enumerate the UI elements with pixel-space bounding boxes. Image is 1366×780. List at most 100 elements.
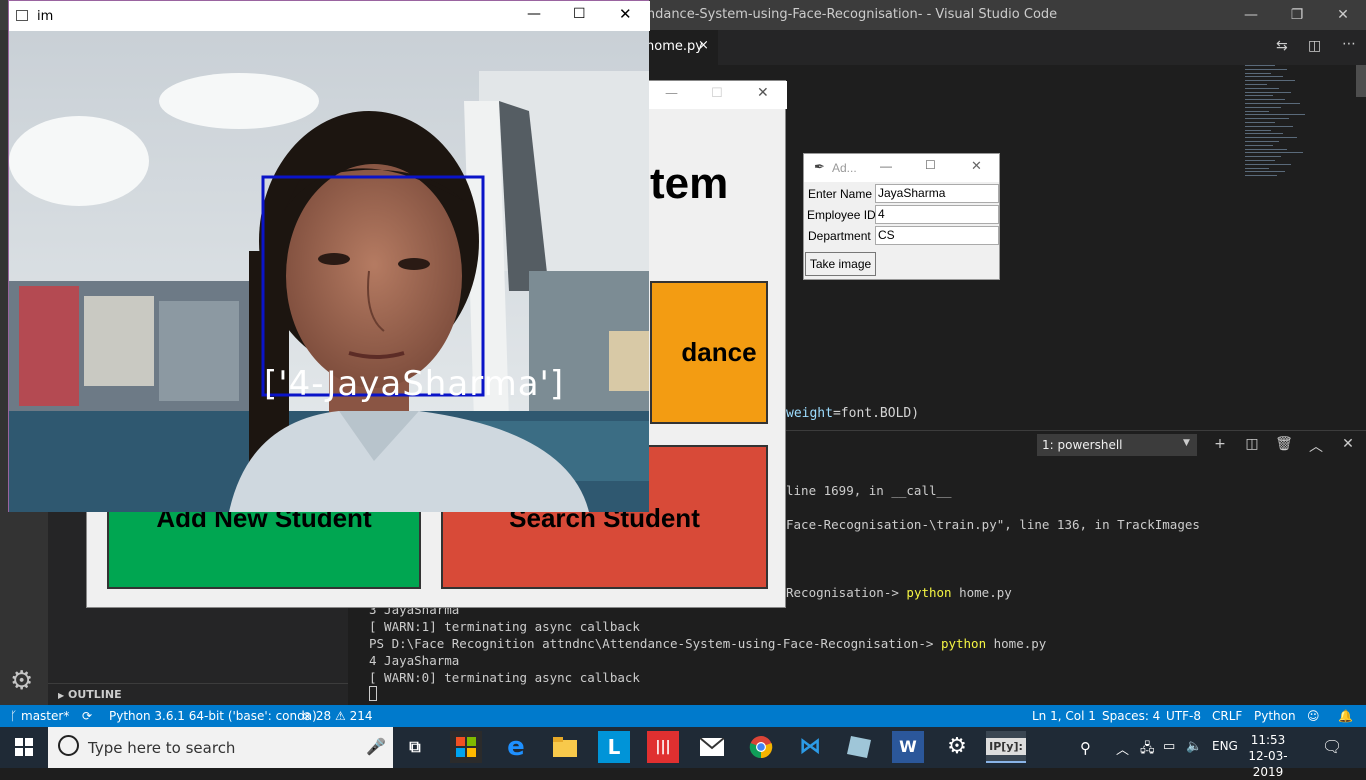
taskbar: Type here to search 🎤 ⧉ e L ||| ⋈ W ⚙ IP…: [0, 727, 1366, 779]
take-image-button[interactable]: Take image: [805, 252, 876, 276]
sync-icon[interactable]: ⟳: [82, 709, 92, 723]
chevron-right-icon: ▶: [58, 691, 65, 700]
notes-icon[interactable]: [843, 731, 875, 763]
task-view-icon[interactable]: ⧉: [399, 731, 431, 763]
edge-icon[interactable]: e: [500, 731, 532, 763]
windows-start-icon[interactable]: [0, 727, 48, 768]
branch-status[interactable]: ᚴ master*: [10, 709, 69, 723]
camera-minimize-icon[interactable]: —: [527, 6, 541, 22]
app-close-icon[interactable]: ✕: [757, 85, 769, 101]
minimap-line: [1245, 175, 1277, 177]
minimap-line: [1245, 156, 1281, 158]
split-terminal-icon[interactable]: ◫: [1242, 436, 1262, 452]
eol[interactable]: CRLF: [1212, 709, 1242, 723]
language-indicator[interactable]: ENG: [1212, 739, 1238, 753]
camera-close-icon[interactable]: ✕: [619, 5, 632, 23]
terminal-line: 4 JayaSharma: [369, 653, 460, 668]
employee-id-field[interactable]: 4: [875, 205, 999, 224]
terminal-line: PS D:\Face Recognition attndnc\Attendanc…: [369, 636, 1047, 651]
app-maximize-icon[interactable]: ☐: [711, 86, 723, 101]
feedback-icon[interactable]: ☺: [1307, 709, 1320, 723]
split-editor-icon[interactable]: ◫: [1308, 38, 1321, 54]
minimap-line: [1245, 68, 1287, 70]
mic-icon[interactable]: 🎤: [366, 737, 386, 756]
minimap-line: [1245, 106, 1281, 108]
date: 12-03-2019: [1248, 749, 1288, 779]
outline-header[interactable]: ▶ OUTLINE: [48, 683, 348, 705]
settings-icon[interactable]: ⚙: [941, 731, 973, 763]
close-icon[interactable]: ✕: [1320, 0, 1366, 30]
minimap-line: [1245, 129, 1271, 131]
tab-close-icon[interactable]: ×: [698, 38, 709, 53]
ipython-icon[interactable]: IP[y]:: [986, 731, 1026, 763]
vscode-icon[interactable]: ⋈: [794, 731, 826, 763]
volume-icon[interactable]: 🔈: [1186, 739, 1202, 754]
stacks-app-icon[interactable]: |||: [647, 731, 679, 763]
department-field[interactable]: CS: [875, 226, 999, 245]
cursor-position[interactable]: Ln 1, Col 1: [1032, 709, 1096, 723]
people-icon[interactable]: ⚲: [1080, 739, 1091, 757]
name-label: Enter Name: [808, 187, 873, 201]
word-icon[interactable]: W: [892, 731, 924, 763]
network-icon[interactable]: 🖧: [1140, 739, 1155, 761]
minimap[interactable]: [1245, 65, 1355, 185]
minimap-line: [1245, 76, 1283, 78]
dialog-close-icon[interactable]: ✕: [971, 158, 982, 174]
search-placeholder: Type here to search: [88, 739, 236, 757]
trash-icon[interactable]: 🗑: [1274, 436, 1294, 452]
dialog-maximize-icon[interactable]: ☐: [925, 158, 936, 172]
problems-status[interactable]: ⊗ 28 ⚠ 214: [302, 709, 372, 723]
error-icon: ⊗: [302, 709, 316, 723]
language-mode[interactable]: Python: [1254, 709, 1296, 723]
terminal-cursor: [369, 686, 377, 701]
minimap-line: [1245, 122, 1275, 123]
mail-icon[interactable]: [696, 731, 728, 763]
new-terminal-icon[interactable]: +: [1210, 436, 1230, 452]
notification-icon[interactable]: 🗨: [1322, 737, 1342, 756]
more-actions-icon[interactable]: ⋯: [1342, 36, 1356, 52]
open-changes-icon[interactable]: ⇆: [1276, 38, 1288, 54]
minimize-icon[interactable]: —: [1228, 0, 1274, 30]
python-interpreter[interactable]: Python 3.6.1 64-bit ('base': conda): [109, 709, 317, 723]
store-icon[interactable]: [450, 731, 482, 763]
time: 11:53: [1250, 733, 1286, 747]
tab-label: home.py: [646, 39, 703, 54]
editor-scrollbar[interactable]: [1356, 65, 1366, 97]
camera-maximize-icon[interactable]: ☐: [573, 6, 586, 22]
outline-label: OUTLINE: [68, 688, 122, 701]
maximize-panel-icon[interactable]: ︿: [1306, 436, 1326, 456]
warning-icon: ⚠: [334, 709, 350, 723]
feather-icon: ✒: [814, 159, 825, 174]
dialog-titlebar: ✒ Ad... — ☐ ✕: [804, 154, 999, 182]
terminal-line: Face-Recognisation-\train.py", line 136,…: [786, 517, 1200, 532]
encoding[interactable]: UTF-8: [1166, 709, 1201, 723]
restore-icon[interactable]: ❐: [1274, 0, 1320, 30]
l-app-icon[interactable]: L: [598, 731, 630, 763]
taskbar-search[interactable]: Type here to search 🎤: [48, 727, 393, 768]
clock[interactable]: 11:53 12-03-2019: [1240, 732, 1296, 780]
battery-icon[interactable]: ▭: [1163, 739, 1175, 754]
employee-id-label: Employee ID: [807, 208, 876, 222]
app-heading: tem: [650, 159, 729, 208]
terminal-line: [ WARN:0] terminating async callback: [369, 670, 640, 685]
chrome-icon[interactable]: [745, 731, 777, 763]
minimap-line: [1245, 144, 1273, 146]
take-attendance-button[interactable]: dance: [650, 281, 768, 424]
dialog-minimize-icon[interactable]: —: [880, 159, 892, 173]
bell-icon[interactable]: 🔔: [1338, 709, 1353, 723]
gear-icon[interactable]: ⚙: [10, 666, 33, 696]
minimap-line: [1245, 137, 1297, 139]
terminal-select[interactable]: 1: powershell: [1037, 434, 1197, 456]
dialog-title: Ad...: [832, 161, 857, 175]
branch-icon: ᚴ: [10, 709, 22, 723]
close-panel-icon[interactable]: ✕: [1338, 436, 1358, 452]
name-field[interactable]: JayaSharma: [875, 184, 999, 203]
app-minimize-icon[interactable]: —: [665, 86, 678, 101]
chevron-up-icon[interactable]: ︿: [1116, 739, 1129, 758]
minimap-line: [1245, 163, 1291, 165]
indentation[interactable]: Spaces: 4: [1102, 709, 1160, 723]
file-explorer-icon[interactable]: [549, 731, 581, 763]
minimap-line: [1245, 87, 1279, 89]
department-label: Department: [808, 229, 871, 243]
minimap-line: [1245, 91, 1291, 93]
